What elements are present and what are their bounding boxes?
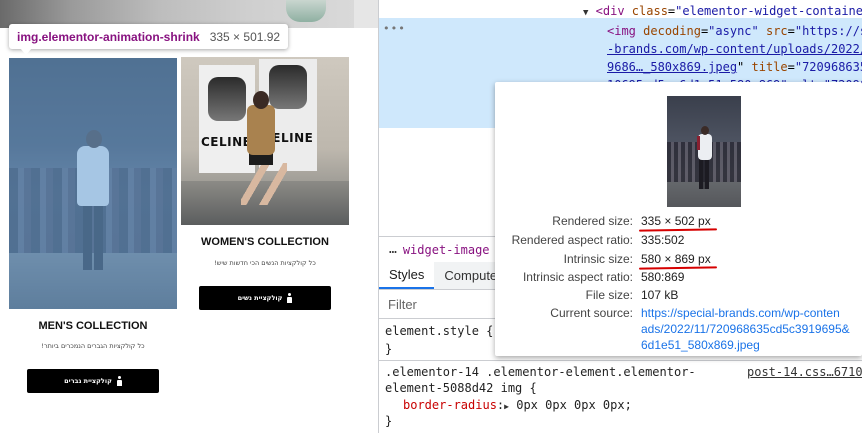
- model-coat: [247, 105, 275, 155]
- intrinsic-aspect-value: 580:869: [641, 270, 685, 284]
- women-collection-image[interactable]: CELINE CELINE: [181, 57, 349, 225]
- women-collection-title: WOMEN'S COLLECTION: [201, 236, 329, 248]
- men-collection-subtitle: כל קולקציות הגברים הנמכרים ביותר!: [41, 342, 145, 350]
- thumbnail-model-legs: [699, 159, 709, 189]
- rule-close-brace: }: [385, 414, 393, 428]
- file-size-value: 107 kB: [641, 288, 679, 302]
- inspector-dimensions: 335 × 501.92: [209, 29, 281, 44]
- poster-brand-text: CELINE: [201, 135, 252, 149]
- dom-line-title[interactable]: 9686…_580x869.jpeg" title="720968635: [607, 58, 862, 76]
- inspector-tooltip-arrow: [20, 48, 32, 55]
- thumbnail-model-bag: [697, 136, 700, 150]
- men-collection-image[interactable]: [9, 58, 177, 309]
- breadcrumb-overflow[interactable]: …: [379, 242, 397, 257]
- man-icon: [116, 376, 122, 386]
- image-preview-thumbnail: [667, 96, 741, 207]
- rendered-aspect-label: Rendered aspect ratio:: [511, 233, 633, 247]
- poster-face: [269, 65, 307, 109]
- rule-selector-line-2[interactable]: element-5088d42 img {: [385, 380, 862, 396]
- intrinsic-size-label: Intrinsic size:: [563, 252, 633, 266]
- tab-styles[interactable]: Styles: [379, 262, 435, 289]
- women-collection-button[interactable]: קולקציית נשים: [199, 286, 331, 310]
- dom-line-src-link[interactable]: -brands.com/wp-content/uploads/2022/: [607, 40, 862, 58]
- poster-face: [208, 77, 246, 121]
- hero-photo-right: [354, 0, 378, 28]
- image-preview-popover: Rendered size: 335 × 502 px Rendered asp…: [495, 82, 862, 356]
- model-legs: [241, 163, 287, 205]
- men-collection-button-label: קולקציית גברים: [64, 377, 112, 385]
- screenshot-root: CELINE CELINE WOMEN'S COLLECTION כל קולק…: [0, 0, 862, 433]
- men-collection-button[interactable]: קולקציית גברים: [27, 369, 159, 393]
- rendered-aspect-value: 335:502: [641, 233, 685, 247]
- file-size-label: File size:: [585, 288, 633, 302]
- rendered-size-label: Rendered size:: [552, 214, 633, 228]
- shorthand-expand-icon[interactable]: ▶: [504, 402, 509, 411]
- dom-line-img[interactable]: <img decoding="async" src="https://s: [607, 22, 862, 40]
- men-collection-title: MEN'S COLLECTION: [38, 320, 148, 332]
- intrinsic-aspect-label: Intrinsic aspect ratio:: [522, 270, 633, 284]
- rule-source-link[interactable]: post-14.css…6710: [747, 364, 862, 380]
- women-collection-subtitle: כל קולקציות הנשים הכי חדשות שיש!: [214, 259, 316, 267]
- woman-icon: [287, 293, 293, 303]
- model-head: [253, 91, 269, 109]
- node-actions-ellipsis[interactable]: •••: [383, 22, 406, 35]
- inspector-selector: img.elementor-animation-shrink: [17, 29, 200, 44]
- web-page-preview: CELINE CELINE WOMEN'S COLLECTION כל קולק…: [0, 0, 378, 433]
- expand-triangle-icon[interactable]: ▼: [583, 8, 588, 18]
- dom-line-div[interactable]: ▼ <div class="elementor-widget-containe: [583, 2, 862, 22]
- thumbnail-model-body: [698, 134, 712, 160]
- current-source-link[interactable]: https://special-brands.com/wp-conten ads…: [641, 305, 850, 353]
- hero-sneaker-detail: [286, 0, 326, 22]
- inspector-highlight-overlay: [9, 58, 177, 309]
- rendered-size-value: 335 × 502 px: [641, 214, 711, 228]
- thumbnail-model-head: [701, 126, 709, 135]
- women-collection-button-label: קולקציית נשים: [237, 294, 283, 302]
- rendered-size-annotation: [638, 228, 718, 232]
- style-rule-divider: [379, 360, 862, 361]
- current-source-label: Current source:: [550, 306, 633, 320]
- intrinsic-size-value: 580 × 869 px: [641, 252, 711, 266]
- inspector-tooltip: img.elementor-animation-shrink 335 × 501…: [9, 24, 289, 49]
- breadcrumb-item[interactable]: widget-image: [397, 243, 490, 257]
